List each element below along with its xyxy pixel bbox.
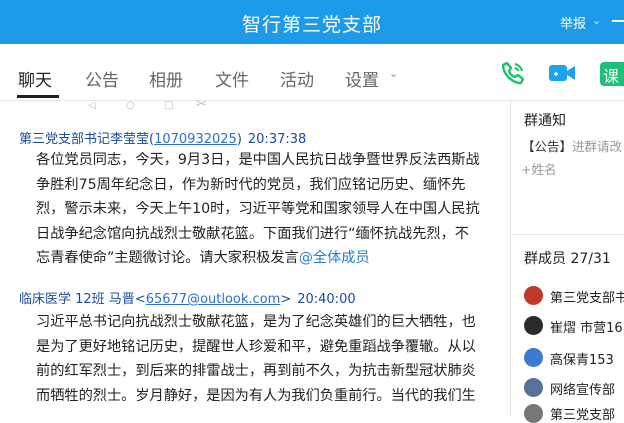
sender-id-link[interactable]: 1070932025: [154, 132, 237, 147]
name-tag[interactable]: +姓名: [521, 159, 556, 178]
window-title: 智行第三党支部: [241, 14, 382, 36]
member-name[interactable]: 网络宣传部: [550, 379, 615, 398]
sender-name[interactable]: 临床医学 12班 马晋: [19, 292, 135, 307]
tab-settings[interactable]: 设置: [345, 66, 379, 91]
message-line: 前的红军烈士，到后来的排雷战士，再到前不久，为抗击新型冠状肺炎: [36, 363, 476, 379]
tab-chat[interactable]: 聊天: [18, 66, 52, 91]
message-line: 争胜利75周年纪念日，作为新时代的党员，我们应铭记历史、缅怀先: [36, 176, 466, 193]
notice-hint: 进群请改: [572, 139, 623, 154]
member-name[interactable]: 高保青153: [550, 349, 614, 368]
message-line: 是为了更好地铭记历史，提醒世人珍爱和平，避免重蹈战争覆辙。从以: [36, 338, 476, 355]
video-icon[interactable]: [548, 62, 576, 84]
message-line: 日战争纪念馆向抗战烈士敬献花篮。下面我们进行“缅怀抗战先烈，不: [36, 225, 469, 242]
sender-email-link[interactable]: 65677@outlook.com: [146, 292, 281, 307]
message-line: 烈，警示未来，今天上午10时，习近平等党和国家领导人在中国人民抗: [36, 201, 480, 217]
phone-icon[interactable]: [500, 60, 526, 86]
report-button[interactable]: 举报: [560, 13, 586, 32]
class-button[interactable]: 课: [600, 62, 624, 86]
circle-icon[interactable]: ○: [126, 100, 135, 111]
tab-album[interactable]: 相册: [149, 66, 183, 91]
message-body: 习近平总书记向抗战烈士敬献花篮，是为了纪念英雄们的巨大牺牲，也 是为了更好地铭记…: [36, 310, 506, 408]
message-line-last: 忘青春使命”主题微讨论。请大家积极发言@全体成员: [36, 246, 506, 271]
member-name[interactable]: 第三党支部书: [550, 287, 624, 306]
settings-dropdown-icon[interactable]: ⌄: [389, 67, 398, 80]
avatar[interactable]: [524, 378, 543, 397]
members-title[interactable]: 群成员 27/31: [524, 248, 611, 268]
notice-tag: 【公告】: [522, 139, 573, 154]
notice-title: 群通知: [524, 113, 566, 129]
class-label: 课: [603, 67, 620, 86]
message-time: 20:40:00: [297, 292, 356, 307]
tab-announcement[interactable]: 公告: [85, 66, 119, 91]
notice-preview[interactable]: 【公告】进群请改: [522, 136, 622, 155]
avatar[interactable]: [524, 286, 543, 305]
active-tab-indicator: [17, 95, 59, 98]
avatar[interactable]: [524, 348, 543, 367]
mention-all[interactable]: @全体成员: [299, 250, 370, 266]
sender-name[interactable]: 第三党支部书记李莹莹: [19, 132, 149, 147]
sender-id-open: <: [134, 292, 146, 307]
minimize-icon[interactable]: [612, 20, 624, 22]
tool-icon[interactable]: ✂: [196, 97, 207, 112]
tab-activities[interactable]: 活动: [280, 66, 314, 91]
square-icon[interactable]: □: [164, 100, 173, 111]
tab-files[interactable]: 文件: [215, 66, 249, 91]
member-name[interactable]: 崔熠 市营16: [550, 317, 623, 336]
message-header: 临床医学 12班 马晋<65677@outlook.com> 20:40:00: [19, 288, 356, 307]
sender-id-close: ): [236, 132, 242, 147]
message-line: 习近平总书记向抗战烈士敬献花篮，是为了纪念英雄们的巨大牺牲，也: [36, 314, 476, 330]
member-name[interactable]: 第三党支部: [550, 404, 615, 423]
sender-id-close: >: [280, 292, 292, 307]
sidebar-divider: [511, 234, 624, 235]
message-toolbar: ◁ ○ □ ✂: [80, 97, 230, 113]
back-icon[interactable]: ◁: [88, 100, 96, 111]
message-time: 20:37:38: [247, 132, 307, 147]
message-body: 各位党员同志，今天，9月3日，是中国人民抗日战争暨世界反法西斯战 争胜利75周年…: [36, 148, 506, 271]
message-line: 各位党员同志，今天，9月3日，是中国人民抗日战争暨世界反法西斯战: [36, 152, 480, 168]
report-dropdown-icon[interactable]: ⌄: [592, 14, 601, 27]
message-line: 忘青春使命”主题微讨论。请大家积极发言: [36, 250, 299, 266]
message-line: 而牺牲的烈士。岁月静好，是因为有人为我们负重前行。当代的我们生: [36, 387, 476, 404]
avatar[interactable]: [524, 404, 543, 423]
message-header: 第三党支部书记李莹莹(1070932025) 20:37:38: [19, 128, 306, 147]
avatar[interactable]: [524, 316, 543, 335]
